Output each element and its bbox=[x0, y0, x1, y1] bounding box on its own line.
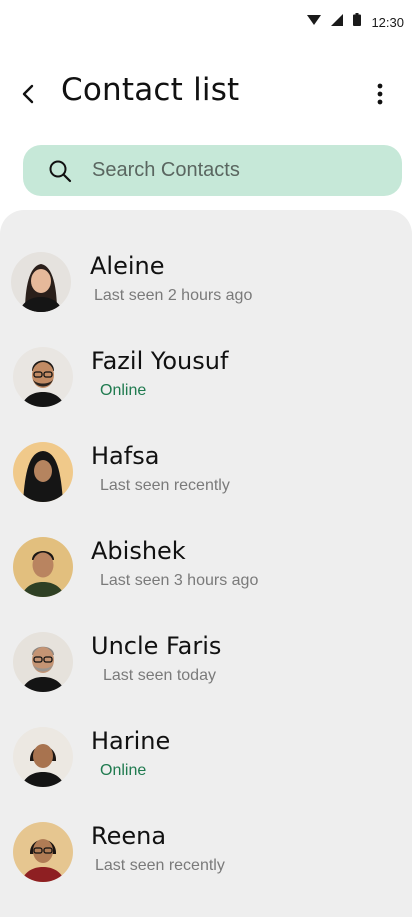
contact-item-fazil-yousuf[interactable]: Fazil Yousuf Online bbox=[0, 335, 412, 425]
status-bar: 12:30 bbox=[0, 0, 412, 44]
status-time: 12:30 bbox=[371, 14, 404, 30]
contact-status: Online bbox=[100, 382, 147, 399]
contact-item-hafsa[interactable]: Hafsa Last seen recently bbox=[0, 430, 412, 520]
avatar bbox=[13, 347, 73, 407]
contact-name: Harine bbox=[91, 727, 171, 755]
battery-icon bbox=[353, 13, 362, 31]
contact-status: Last seen recently bbox=[95, 857, 225, 874]
avatar bbox=[11, 252, 71, 312]
wifi-icon bbox=[307, 13, 322, 31]
avatar bbox=[13, 822, 73, 882]
avatar bbox=[13, 442, 73, 502]
search-bar[interactable] bbox=[23, 145, 402, 196]
contact-name: Uncle Faris bbox=[91, 632, 222, 660]
contact-name: Hafsa bbox=[91, 442, 160, 470]
app-header: Contact list bbox=[0, 64, 412, 124]
contact-status: Online bbox=[100, 762, 147, 779]
contact-name: Reena bbox=[91, 822, 167, 850]
avatar bbox=[13, 727, 73, 787]
signal-icon bbox=[331, 13, 344, 31]
more-options-button[interactable] bbox=[368, 78, 392, 110]
contact-name: Aleine bbox=[90, 252, 165, 280]
page-title: Contact list bbox=[61, 72, 240, 108]
contact-list: Aleine Last seen 2 hours ago Fazil Yousu… bbox=[0, 210, 412, 917]
contact-item-abishek[interactable]: Abishek Last seen 3 hours ago bbox=[0, 525, 412, 615]
contact-item-reena[interactable]: Reena Last seen recently bbox=[0, 810, 412, 900]
contact-status: Last seen 3 hours ago bbox=[100, 572, 259, 589]
contact-item-uncle-faris[interactable]: Uncle Faris Last seen today bbox=[0, 620, 412, 710]
search-icon bbox=[48, 159, 72, 183]
contact-status: Last seen today bbox=[103, 667, 216, 684]
contact-name: Fazil Yousuf bbox=[91, 347, 229, 375]
avatar bbox=[13, 632, 73, 692]
status-icons: 12:30 bbox=[307, 12, 404, 32]
search-input[interactable] bbox=[92, 155, 402, 186]
contact-status: Last seen 2 hours ago bbox=[94, 287, 253, 304]
contact-status: Last seen recently bbox=[100, 477, 230, 494]
contact-item-aleine[interactable]: Aleine Last seen 2 hours ago bbox=[0, 240, 412, 330]
contact-item-harine[interactable]: Harine Online bbox=[0, 715, 412, 805]
back-arrow-icon bbox=[22, 84, 34, 104]
more-vertical-icon bbox=[377, 83, 383, 105]
back-button[interactable] bbox=[14, 80, 42, 108]
contact-name: Abishek bbox=[91, 537, 186, 565]
avatar bbox=[13, 537, 73, 597]
